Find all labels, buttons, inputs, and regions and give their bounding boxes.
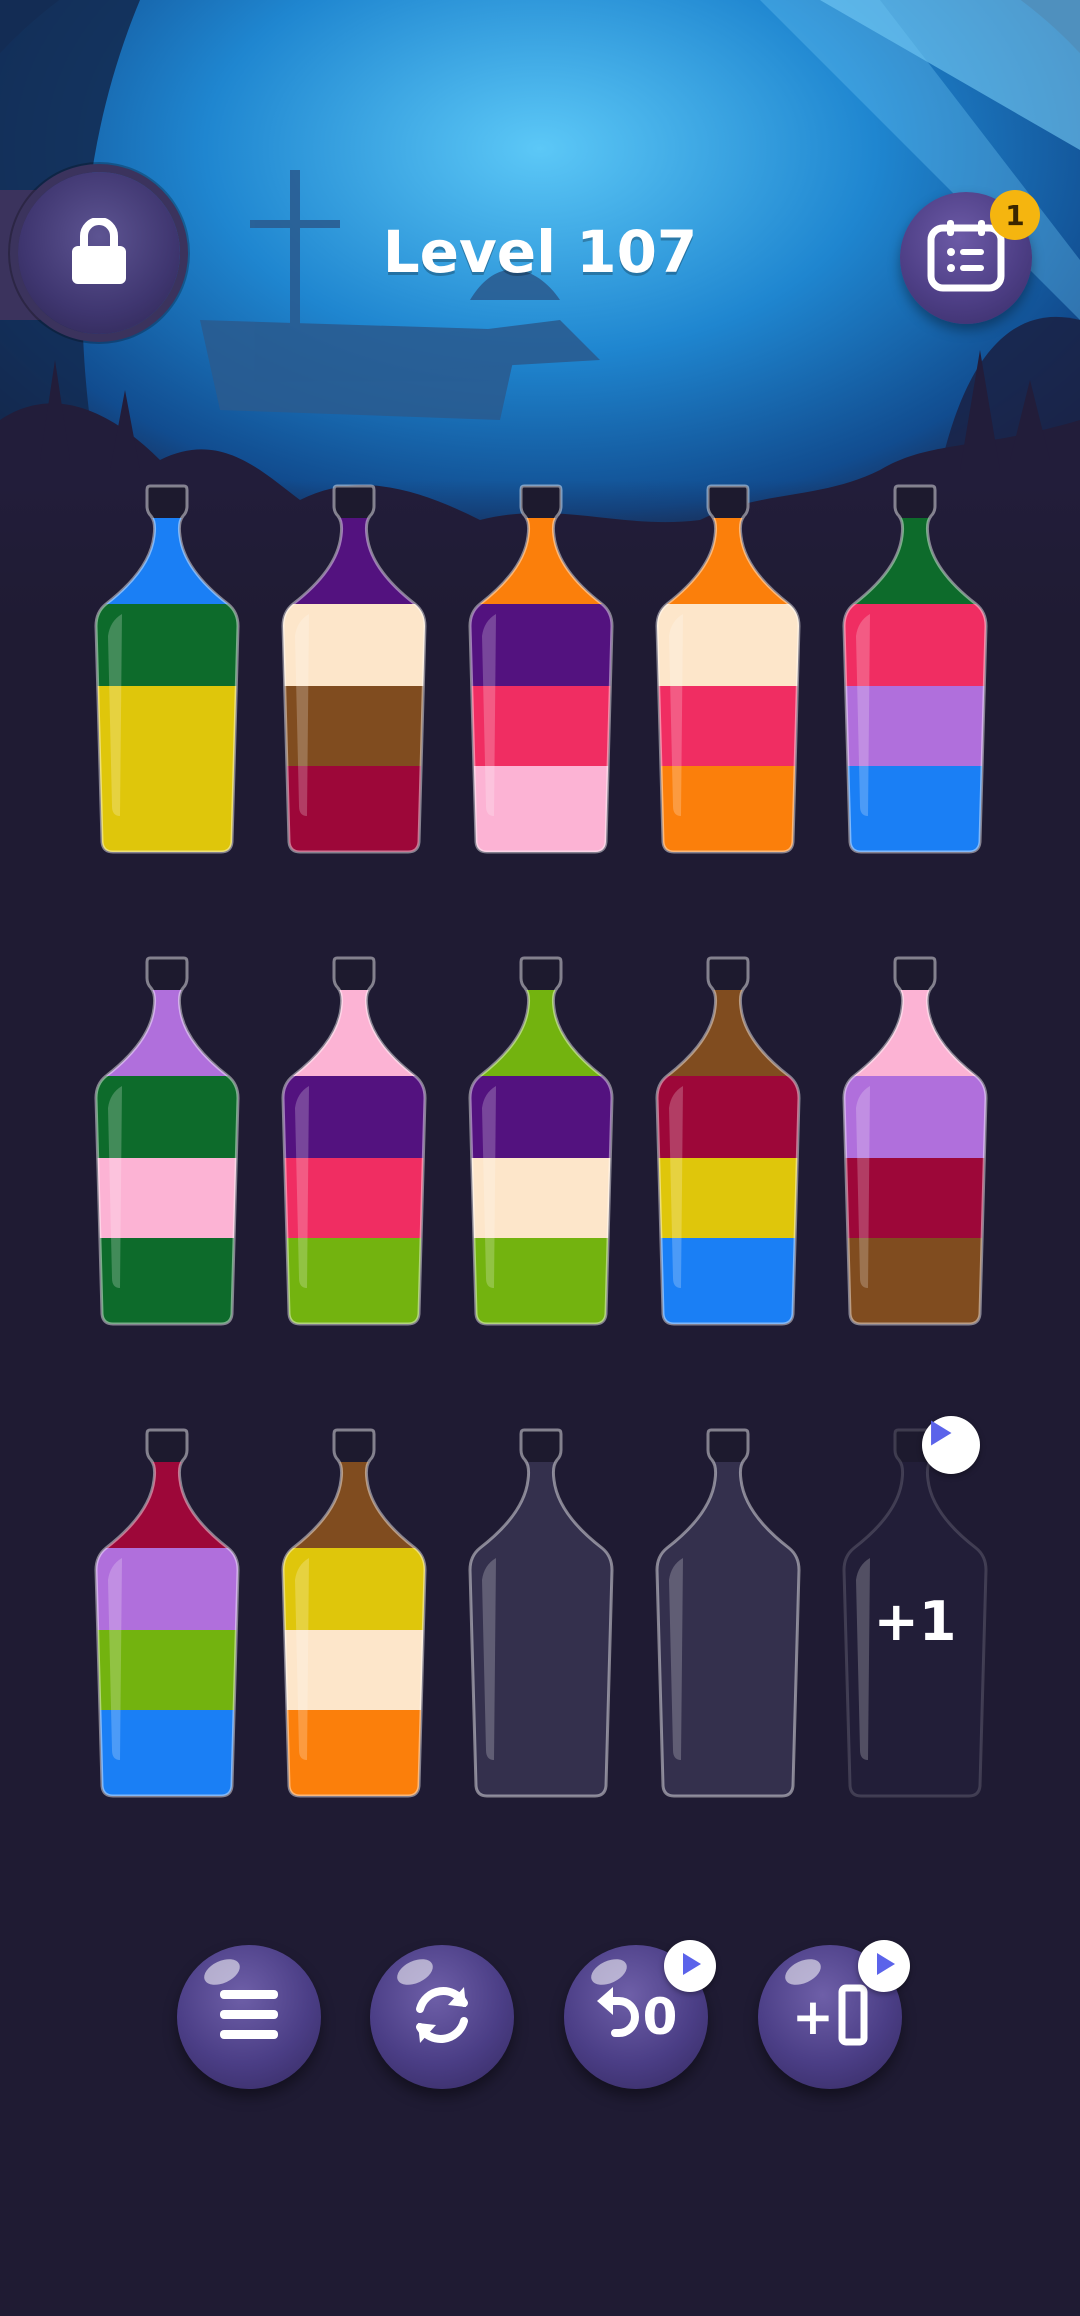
menu-icon bbox=[220, 1990, 278, 2044]
liquid-layer-crimson bbox=[96, 1462, 238, 1548]
bottle[interactable] bbox=[840, 484, 990, 856]
bottle[interactable] bbox=[92, 1428, 242, 1800]
bottle[interactable] bbox=[279, 484, 429, 856]
extra-bottle-label: +1 bbox=[873, 1590, 957, 1653]
bottle[interactable] bbox=[279, 1428, 429, 1800]
locked-extra-bottle[interactable]: +1 bbox=[840, 1416, 990, 1800]
bottle[interactable] bbox=[840, 956, 990, 1328]
video-play-icon bbox=[869, 1949, 899, 1983]
notification-badge: 1 bbox=[990, 190, 1040, 240]
bottle[interactable] bbox=[92, 484, 242, 856]
liquid-layer-green bbox=[844, 518, 986, 604]
bottle[interactable] bbox=[653, 956, 803, 1328]
undo-icon bbox=[595, 1985, 639, 2049]
bottle[interactable] bbox=[653, 1428, 803, 1800]
restart-icon bbox=[406, 1979, 478, 2055]
bottle[interactable] bbox=[466, 1428, 616, 1800]
liquid-layer-brown bbox=[283, 1462, 425, 1548]
liquid-layer-light-pink bbox=[283, 990, 425, 1076]
bottle[interactable] bbox=[92, 956, 242, 1328]
add-bottle-icon bbox=[838, 1984, 868, 2050]
restart-button[interactable] bbox=[370, 1945, 514, 2089]
bottle[interactable] bbox=[279, 956, 429, 1328]
liquid-layer-lime bbox=[470, 990, 612, 1076]
add-bottle-ad-badge bbox=[858, 1940, 910, 1992]
undo-ad-badge bbox=[664, 1940, 716, 1992]
liquid-layer-light-pink bbox=[844, 990, 986, 1076]
liquid-layer-blue bbox=[96, 518, 238, 604]
undo-count: 0 bbox=[642, 1988, 678, 2046]
bottle[interactable] bbox=[653, 484, 803, 856]
liquid-layer-lavender bbox=[96, 990, 238, 1076]
menu-button[interactable] bbox=[177, 1945, 321, 2089]
liquid-layer-brown bbox=[657, 990, 799, 1076]
add-bottle-plus: + bbox=[792, 1988, 834, 2046]
video-play-icon bbox=[675, 1949, 705, 1983]
bottle[interactable] bbox=[466, 956, 616, 1328]
video-play-icon[interactable] bbox=[922, 1416, 980, 1474]
calendar-list-icon bbox=[927, 220, 1005, 296]
bottle[interactable] bbox=[466, 484, 616, 856]
liquid-layer-orange bbox=[657, 518, 799, 604]
liquid-layer-purple bbox=[283, 518, 425, 604]
liquid-layer-orange bbox=[470, 518, 612, 604]
